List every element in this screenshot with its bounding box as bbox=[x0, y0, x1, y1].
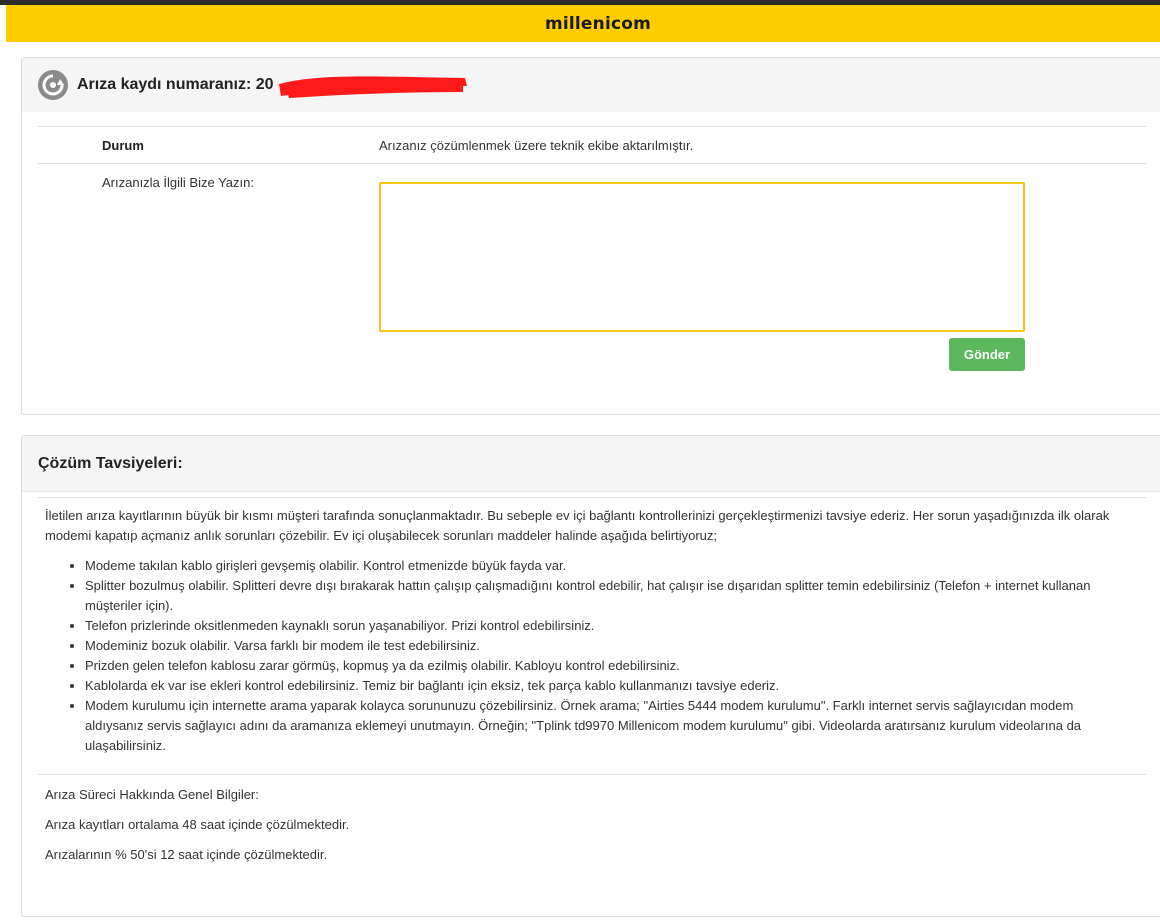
list-item: Splitter bozulmuş olabilir. Splitteri de… bbox=[85, 576, 1135, 616]
list-item: Telefon prizlerinde oksitlenmeden kaynak… bbox=[85, 616, 1135, 636]
solutions-divider bbox=[38, 497, 1146, 498]
general-info-title: Arıza Süreci Hakkında Genel Bilgiler: bbox=[45, 787, 259, 802]
list-item: Kablolarda ek var ise ekleri kontrol ede… bbox=[85, 676, 1135, 696]
solutions-body: İletilen arıza kayıtlarının büyük bir kı… bbox=[45, 506, 1135, 756]
solutions-intro: İletilen arıza kayıtlarının büyük bir kı… bbox=[45, 508, 1110, 543]
general-info-line-2: Arızalarının % 50'si 12 saat içinde çözü… bbox=[45, 847, 328, 862]
list-item: Modeminiz bozuk olabilir. Varsa farklı b… bbox=[85, 636, 1135, 656]
general-info-line-1: Arıza kayıtları ortalama 48 saat içinde … bbox=[45, 817, 350, 832]
wrench-refresh-icon bbox=[37, 69, 69, 101]
ticket-card: Arıza kaydı numaranız: 20 Durum Arızanız… bbox=[21, 57, 1160, 415]
solutions-card: Çözüm Tavsiyeleri: İletilen arıza kayıtl… bbox=[21, 435, 1160, 917]
ticket-number-title: Arıza kaydı numaranız: 20 bbox=[77, 76, 274, 93]
list-item: Modeme takılan kablo girişleri gevşemiş … bbox=[85, 556, 1135, 576]
status-label: Durum bbox=[102, 138, 144, 153]
tips-list: Modeme takılan kablo girişleri gevşemiş … bbox=[45, 556, 1135, 756]
redaction-mark bbox=[279, 76, 467, 98]
message-label: Arızanızla İlgili Bize Yazın: bbox=[102, 175, 254, 190]
general-info-divider bbox=[38, 774, 1146, 775]
solutions-title: Çözüm Tavsiyeleri: bbox=[38, 454, 183, 472]
message-row-divider bbox=[38, 163, 1146, 164]
send-button[interactable]: Gönder bbox=[949, 338, 1025, 371]
list-item: Prizden gelen telefon kablosu zarar görm… bbox=[85, 656, 1135, 676]
status-value: Arızanız çözümlenmek üzere teknik ekibe … bbox=[379, 138, 694, 153]
solutions-header: Çözüm Tavsiyeleri: bbox=[22, 436, 1160, 492]
ticket-header: Arıza kaydı numaranız: 20 bbox=[22, 58, 1160, 112]
brand-header: millenicom bbox=[6, 5, 1160, 42]
status-row-divider bbox=[38, 126, 1146, 127]
list-item: Modem kurulumu için internette arama yap… bbox=[85, 696, 1135, 756]
millenicom-logo[interactable]: millenicom bbox=[545, 14, 651, 34]
message-textarea[interactable] bbox=[379, 182, 1025, 332]
